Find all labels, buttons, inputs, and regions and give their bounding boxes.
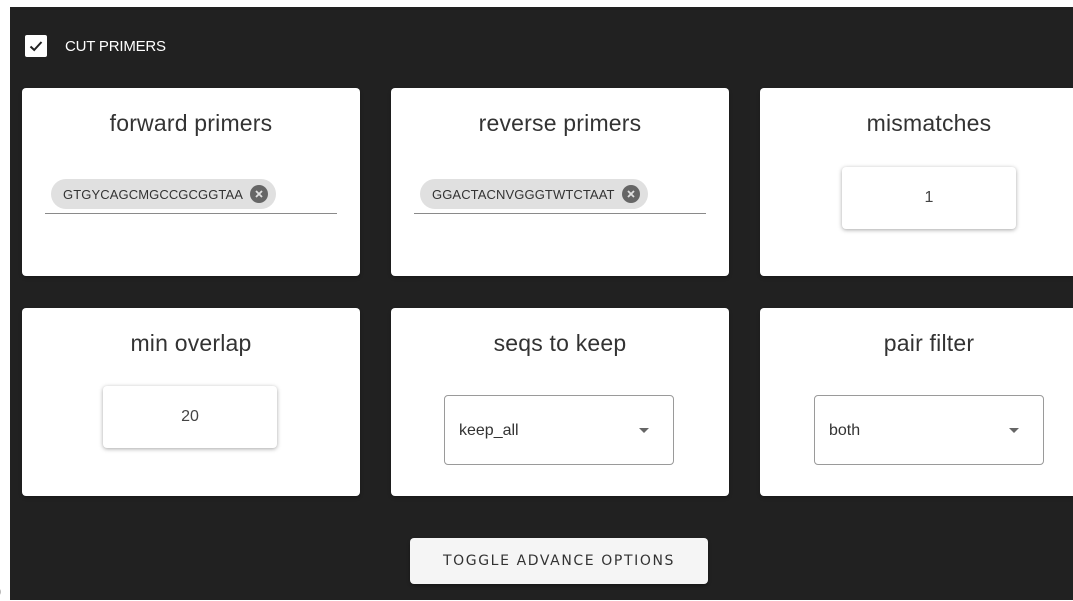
forward-primers-card: forward primers GTGYCAGCMGCCGCGGTAA <box>22 88 360 276</box>
toggle-advance-options-button[interactable]: TOGGLE ADVANCE OPTIONS <box>410 538 708 584</box>
forward-primer-chip-text: GTGYCAGCMGCCGCGGTAA <box>63 186 244 202</box>
mismatches-title: mismatches <box>866 110 992 136</box>
seqs-to-keep-card: seqs to keep keep_all <box>391 308 729 496</box>
pair-filter-value: both <box>829 422 861 439</box>
seqs-to-keep-value: keep_all <box>459 422 519 439</box>
min-overlap-title: min overlap <box>130 330 252 356</box>
seqs-to-keep-select[interactable]: keep_all <box>444 395 674 465</box>
caret-down-icon <box>1009 428 1019 433</box>
seqs-to-keep-title: seqs to keep <box>493 330 627 356</box>
close-circle-icon[interactable] <box>621 185 640 203</box>
cut-primers-header: CUT PRIMERS <box>25 35 166 57</box>
cut-primers-panel: CUT PRIMERS forward primers GTGYCAGCMGCC… <box>10 7 1073 600</box>
pair-filter-title: pair filter <box>883 330 975 356</box>
check-icon <box>29 41 43 52</box>
reverse-primers-card: reverse primers GGACTACNVGGGTWTCTAAT <box>391 88 729 276</box>
stray-paren: ) <box>0 583 1 601</box>
forward-primers-title: forward primers <box>109 110 273 136</box>
reverse-primer-chip: GGACTACNVGGGTWTCTAAT <box>420 179 648 209</box>
mismatches-card: mismatches 1 <box>760 88 1073 276</box>
close-circle-icon[interactable] <box>250 185 269 203</box>
min-overlap-input[interactable]: 20 <box>103 386 277 448</box>
cut-primers-label: CUT PRIMERS <box>65 37 166 55</box>
min-overlap-card: min overlap 20 <box>22 308 360 496</box>
cut-primers-checkbox[interactable] <box>25 35 47 57</box>
pair-filter-select[interactable]: both <box>814 395 1044 465</box>
reverse-primers-title: reverse primers <box>478 110 642 136</box>
pair-filter-card: pair filter both <box>760 308 1073 496</box>
forward-primers-input[interactable]: GTGYCAGCMGCCGCGGTAA <box>45 177 337 214</box>
reverse-primer-chip-text: GGACTACNVGGGTWTCTAAT <box>432 186 615 202</box>
mismatches-input[interactable]: 1 <box>842 167 1016 229</box>
reverse-primers-input[interactable]: GGACTACNVGGGTWTCTAAT <box>414 177 706 214</box>
caret-down-icon <box>639 428 649 433</box>
forward-primer-chip: GTGYCAGCMGCCGCGGTAA <box>51 179 277 209</box>
